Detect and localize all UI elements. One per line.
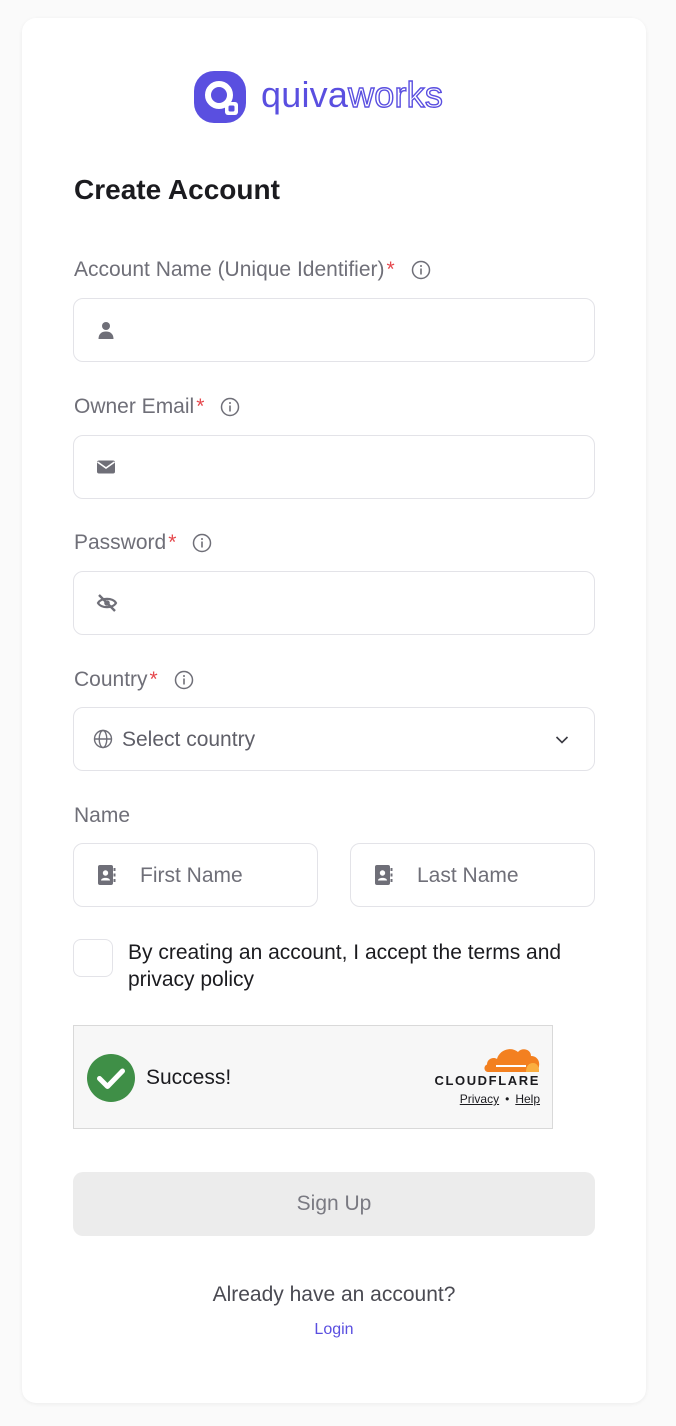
privacy-link[interactable]: Privacy	[460, 1092, 499, 1106]
info-icon[interactable]	[192, 533, 212, 553]
country-label-text: Country	[74, 668, 148, 691]
required-mark: *	[149, 668, 158, 691]
password-input[interactable]	[134, 582, 580, 624]
required-mark: *	[196, 395, 205, 418]
eye-slash-icon[interactable]	[96, 593, 118, 613]
captcha-links: Privacy • Help	[460, 1092, 540, 1106]
cloudflare-wordmark: CLOUDFLARE	[434, 1073, 540, 1088]
help-link[interactable]: Help	[515, 1092, 540, 1106]
country-select[interactable]: Select country	[73, 707, 595, 771]
first-name-field[interactable]: First Name	[73, 843, 318, 907]
country-label: Country *	[74, 668, 194, 692]
contact-card-icon	[375, 865, 393, 885]
owner-email-label: Owner Email *	[74, 395, 240, 419]
brand-name-part1: quiva	[261, 74, 349, 115]
owner-email-input[interactable]	[134, 446, 580, 488]
name-label: Name	[74, 804, 131, 827]
signup-card: quivaworks Create Account Account Name (…	[22, 18, 646, 1403]
captcha-status: Success!	[146, 1066, 232, 1089]
success-check-icon	[87, 1054, 135, 1102]
last-name-field[interactable]: Last Name	[350, 843, 595, 907]
signup-button[interactable]: Sign Up	[73, 1172, 595, 1236]
brand-logo: quivaworks	[193, 70, 444, 124]
info-icon[interactable]	[411, 260, 431, 280]
info-icon[interactable]	[220, 397, 240, 417]
required-mark: *	[168, 531, 177, 554]
password-field[interactable]	[73, 571, 595, 635]
owner-email-field[interactable]	[73, 435, 595, 499]
account-name-input[interactable]	[134, 309, 580, 351]
account-name-label-text: Account Name (Unique Identifier)	[74, 258, 385, 281]
account-name-field[interactable]	[73, 298, 595, 362]
owner-email-label-text: Owner Email	[74, 395, 195, 418]
already-have-account-text: Already have an account?	[212, 1283, 456, 1306]
contact-card-icon	[98, 865, 116, 885]
page-title: Create Account	[74, 174, 280, 205]
password-label: Password *	[74, 531, 212, 555]
brand-wordmark: quivaworks	[261, 74, 444, 115]
globe-icon	[93, 729, 113, 749]
password-label-text: Password	[74, 531, 167, 554]
terms-text: By creating an account, I accept the ter…	[128, 941, 562, 991]
login-link[interactable]: Login	[22, 1321, 646, 1339]
info-icon[interactable]	[174, 670, 194, 690]
last-name-placeholder: Last Name	[417, 864, 519, 887]
chevron-down-icon	[555, 736, 569, 744]
account-name-label: Account Name (Unique Identifier) *	[74, 258, 431, 282]
terms-checkbox[interactable]	[73, 939, 113, 977]
user-icon	[98, 322, 114, 339]
captcha-widget: Success! CLOUDFLARE Privacy • Help	[73, 1025, 553, 1129]
first-name-placeholder: First Name	[140, 864, 243, 887]
quivaworks-logo-icon	[194, 71, 246, 123]
brand-name-part2: works	[347, 74, 444, 115]
cloudflare-cloud-icon	[484, 1049, 540, 1072]
country-selected-value: Select country	[122, 728, 256, 751]
link-separator: •	[505, 1092, 510, 1106]
required-mark: *	[386, 258, 395, 281]
envelope-icon	[97, 460, 115, 474]
